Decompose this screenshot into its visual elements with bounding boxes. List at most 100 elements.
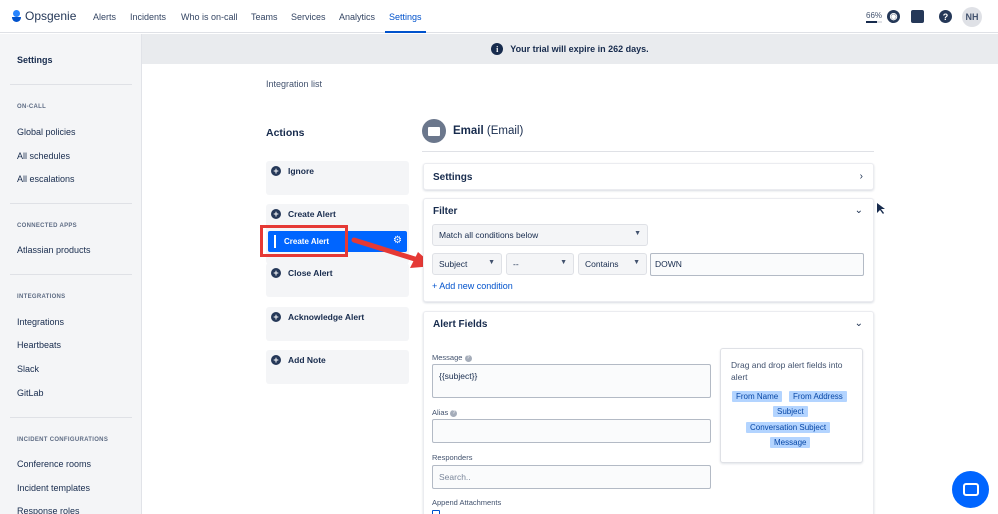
integration-name: Email [453, 125, 484, 137]
integration-type: (Email) [486, 125, 524, 137]
trial-banner: i Your trial will expire in 262 days. [142, 34, 998, 64]
alias-label: Alias ? [432, 408, 458, 417]
sidebar-item-atlassian-products[interactable]: Atlassian products [17, 245, 91, 255]
help-icon[interactable]: ? [450, 409, 458, 417]
action-label: Add Note [288, 355, 326, 365]
nav-services[interactable]: Services [291, 12, 326, 22]
integration-title: Email (Email) [453, 125, 523, 137]
message-field[interactable]: {{subject}} [432, 364, 711, 398]
divider [10, 417, 132, 418]
divider [10, 274, 132, 275]
settings-sidebar: Settings ON-CALL Global policies All sch… [0, 34, 142, 514]
chevron-right-icon[interactable]: › [860, 171, 863, 182]
active-nav-indicator [385, 31, 426, 33]
responders-label: Responders [432, 453, 473, 462]
section-integrations: INTEGRATIONS [17, 294, 66, 300]
mouse-cursor-icon [877, 203, 885, 214]
chevron-down-icon[interactable]: ⌄ [855, 318, 863, 329]
add-icon: + [271, 166, 281, 176]
settings-panel[interactable]: Settings › [423, 163, 874, 190]
alias-label-text: Alias [432, 408, 449, 417]
top-navigation: Opsgenie Alerts Incidents Who is on-call… [0, 0, 998, 33]
sidebar-item-all-escalations[interactable]: All escalations [17, 174, 75, 184]
alert-fields-panel-title: Alert Fields [433, 319, 488, 330]
add-icon: + [271, 209, 281, 219]
sidebar-item-response-roles[interactable]: Response roles [17, 506, 80, 514]
action-label: Ignore [288, 166, 314, 176]
add-new-condition-link[interactable]: + Add new condition [432, 281, 513, 291]
section-on-call: ON-CALL [17, 104, 47, 110]
condition-operator-value: Contains [585, 259, 619, 269]
app-name: Opsgenie [25, 9, 77, 23]
field-tag-from-address[interactable]: From Address [789, 391, 847, 402]
action-ignore[interactable]: + Ignore [266, 161, 409, 195]
chat-widget-button[interactable] [952, 471, 989, 508]
trial-banner-text: Your trial will expire in 262 days. [510, 44, 649, 54]
field-tag-from-name[interactable]: From Name [732, 391, 783, 402]
condition-field-value: Subject [439, 259, 468, 269]
sidebar-item-incident-templates[interactable]: Incident templates [17, 483, 90, 493]
action-label: Acknowledge Alert [288, 312, 365, 322]
field-tag-message[interactable]: Message [770, 437, 811, 448]
action-label: Create Alert [288, 209, 336, 219]
info-icon: i [491, 43, 504, 55]
nav-teams[interactable]: Teams [251, 12, 278, 22]
message-label-text: Message [432, 353, 463, 362]
trial-progress-label[interactable]: 66% [866, 11, 882, 20]
message-label: Message ? [432, 353, 472, 362]
sidebar-item-gitlab[interactable]: GitLab [17, 388, 44, 398]
chevron-down-icon: ▼ [560, 259, 567, 266]
opsgenie-logo-icon [12, 10, 21, 22]
nav-analytics[interactable]: Analytics [339, 12, 375, 22]
divider [422, 151, 874, 152]
sidebar-item-integrations[interactable]: Integrations [17, 317, 64, 327]
nav-alerts[interactable]: Alerts [93, 12, 116, 22]
chevron-down-icon: ▼ [488, 259, 495, 266]
match-condition-value: Match all conditions below [439, 230, 539, 240]
chevron-down-icon: ▼ [633, 259, 640, 266]
match-condition-select[interactable]: Match all conditions below ▼ [432, 224, 648, 246]
responders-search-input[interactable]: Search.. [432, 465, 711, 489]
section-incident-configurations: INCIDENT CONFIGURATIONS [17, 437, 109, 443]
highlight-box [260, 225, 348, 257]
add-icon: + [271, 268, 281, 278]
avatar[interactable]: NH [962, 7, 982, 27]
chevron-down-icon: ▼ [634, 230, 641, 237]
help-icon[interactable]: ? [464, 354, 472, 362]
sidebar-item-slack[interactable]: Slack [17, 364, 39, 374]
filter-panel-title: Filter [433, 206, 458, 217]
sidebar-item-conference-rooms[interactable]: Conference rooms [17, 459, 91, 469]
section-connected-apps: CONNECTED APPS [17, 223, 77, 229]
chevron-down-icon[interactable]: ⌄ [855, 205, 863, 216]
condition-value-input[interactable]: DOWN [650, 253, 864, 276]
append-attachments-checkbox[interactable] [432, 510, 440, 514]
breadcrumb[interactable]: Integration list [266, 79, 322, 89]
help-icon[interactable]: ? [939, 10, 952, 23]
alias-field[interactable] [432, 419, 711, 443]
condition-not-value: -- [513, 259, 519, 269]
append-attachments-label: Append Attachments [432, 498, 502, 507]
sidebar-title[interactable]: Settings [17, 55, 53, 65]
nav-who-is-on-call[interactable]: Who is on-call [181, 12, 238, 22]
divider [10, 203, 132, 204]
compass-icon[interactable]: ◉ [887, 10, 900, 23]
nav-incidents[interactable]: Incidents [130, 12, 166, 22]
field-tag-conversation-subject[interactable]: Conversation Subject [746, 422, 831, 433]
action-acknowledge-alert[interactable]: + Acknowledge Alert [266, 307, 409, 341]
opsgenie-logo[interactable]: Opsgenie [12, 9, 76, 23]
trial-progress-bar [866, 21, 882, 23]
email-integration-icon [422, 119, 446, 143]
actions-title: Actions [266, 127, 305, 139]
sidebar-item-all-schedules[interactable]: All schedules [17, 151, 70, 161]
action-add-note[interactable]: + Add Note [266, 350, 409, 384]
nav-settings[interactable]: Settings [389, 12, 422, 22]
condition-field-select[interactable]: Subject ▼ [432, 253, 502, 275]
condition-not-select[interactable]: -- ▼ [506, 253, 574, 275]
condition-operator-select[interactable]: Contains ▼ [578, 253, 647, 275]
sidebar-item-heartbeats[interactable]: Heartbeats [17, 340, 61, 350]
apps-icon[interactable] [911, 10, 924, 23]
field-tag-subject[interactable]: Subject [773, 406, 808, 417]
action-label: Close Alert [288, 268, 333, 278]
palette-instructions: Drag and drop alert fields into alert [731, 360, 843, 382]
sidebar-item-global-policies[interactable]: Global policies [17, 127, 76, 137]
